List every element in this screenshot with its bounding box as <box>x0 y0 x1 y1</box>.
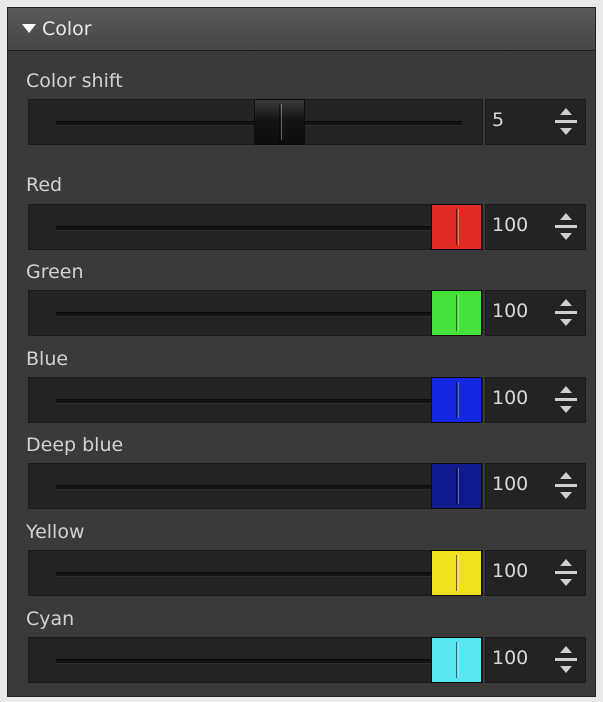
spin-down-icon[interactable] <box>560 319 572 326</box>
spinbox-value[interactable]: 100 <box>492 214 528 236</box>
slider-track-green[interactable] <box>28 290 483 336</box>
spinbox-cyan[interactable]: 100 <box>485 637 586 683</box>
slider-track-red[interactable] <box>28 204 483 250</box>
spinbox-value[interactable]: 100 <box>492 560 528 582</box>
collapse-triangle-icon[interactable] <box>22 24 36 33</box>
spinbox-green[interactable]: 100 <box>485 290 586 336</box>
slider-groove <box>56 485 462 490</box>
slider-track-blue[interactable] <box>28 377 483 423</box>
spin-up-icon[interactable] <box>560 559 572 566</box>
slider-groove <box>56 659 462 664</box>
slider-track-yellow[interactable] <box>28 550 483 596</box>
slider-track-cyan[interactable] <box>28 637 483 683</box>
spin-down-icon[interactable] <box>560 579 572 586</box>
spin-down-icon[interactable] <box>560 128 572 135</box>
slider-groove <box>56 399 462 404</box>
slider-label-color-shift: Color shift <box>26 70 123 92</box>
spin-up-icon[interactable] <box>560 299 572 306</box>
panel-title: Color <box>42 18 92 40</box>
spinbox-deep-blue[interactable]: 100 <box>485 463 586 509</box>
spin-arrows-icon[interactable] <box>555 384 577 416</box>
spinbox-value[interactable]: 100 <box>492 473 528 495</box>
slider-groove <box>56 572 462 577</box>
slider-handle-red[interactable] <box>431 204 482 250</box>
spinbox-color-shift[interactable]: 5 <box>485 99 586 145</box>
panel-header[interactable]: Color <box>8 8 595 51</box>
slider-groove <box>56 312 462 317</box>
spin-arrows-icon[interactable] <box>555 297 577 329</box>
spin-down-icon[interactable] <box>560 406 572 413</box>
spin-arrows-icon[interactable] <box>555 211 577 243</box>
spin-up-icon[interactable] <box>560 646 572 653</box>
spin-down-icon[interactable] <box>560 233 572 240</box>
slider-handle-blue[interactable] <box>431 377 482 423</box>
slider-label-blue: Blue <box>26 348 69 370</box>
spin-arrows-icon[interactable] <box>555 644 577 676</box>
spin-down-icon[interactable] <box>560 492 572 499</box>
spinbox-value[interactable]: 100 <box>492 387 528 409</box>
spin-up-icon[interactable] <box>560 386 572 393</box>
spin-up-icon[interactable] <box>560 213 572 220</box>
slider-track-deep-blue[interactable] <box>28 463 483 509</box>
slider-label-green: Green <box>26 261 84 283</box>
slider-handle-yellow[interactable] <box>431 550 482 596</box>
slider-track-color-shift[interactable] <box>28 99 483 145</box>
slider-label-deep-blue: Deep blue <box>26 434 124 456</box>
spin-arrows-icon[interactable] <box>555 470 577 502</box>
slider-label-yellow: Yellow <box>26 521 85 543</box>
slider-handle-color-shift[interactable] <box>254 99 305 145</box>
slider-handle-cyan[interactable] <box>431 637 482 683</box>
spin-arrows-icon[interactable] <box>555 106 577 138</box>
spinbox-value[interactable]: 5 <box>492 109 504 131</box>
spin-arrows-icon[interactable] <box>555 557 577 589</box>
slider-groove <box>56 226 462 231</box>
slider-handle-deep-blue[interactable] <box>431 463 482 509</box>
spinbox-red[interactable]: 100 <box>485 204 586 250</box>
slider-handle-green[interactable] <box>431 290 482 336</box>
spinbox-yellow[interactable]: 100 <box>485 550 586 596</box>
spin-up-icon[interactable] <box>560 108 572 115</box>
slider-label-cyan: Cyan <box>26 608 75 630</box>
slider-label-red: Red <box>26 174 63 196</box>
spinbox-blue[interactable]: 100 <box>485 377 586 423</box>
spinbox-value[interactable]: 100 <box>492 300 528 322</box>
color-panel: Color Color shift 5 Red 100 Green 100 Bl… <box>7 7 596 697</box>
spin-down-icon[interactable] <box>560 666 572 673</box>
spinbox-value[interactable]: 100 <box>492 647 528 669</box>
spin-up-icon[interactable] <box>560 472 572 479</box>
